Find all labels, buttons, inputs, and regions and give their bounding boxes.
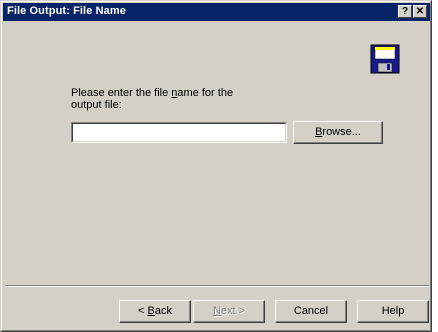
back-button[interactable]: < Back	[119, 300, 191, 323]
next-label: Next >	[213, 305, 245, 317]
next-accel: N	[212, 305, 221, 317]
prompt-line1-before: Please enter the file	[71, 87, 172, 99]
question-mark-icon: ?	[401, 6, 409, 17]
next-rest: ext >	[220, 305, 246, 317]
cancel-label: Cancel	[293, 305, 329, 317]
back-accel: B	[147, 305, 155, 317]
back-label: < Back	[138, 305, 172, 317]
browse-rest: rowse...	[322, 126, 361, 138]
browse-button[interactable]: Browse...	[293, 121, 383, 144]
back-prefix: <	[138, 305, 148, 317]
window-title: File Output: File Name	[7, 5, 126, 17]
cancel-button[interactable]: Cancel	[275, 300, 347, 323]
filename-prompt: Please enter the file name for the outpu…	[71, 87, 241, 111]
browse-label: Browse...	[315, 126, 361, 138]
floppy-disk-icon	[370, 44, 400, 74]
filename-input-inner[interactable]	[72, 123, 286, 142]
prompt-line1-after: ame for the	[177, 87, 234, 99]
title-bar[interactable]: File Output: File Name ? ✕	[3, 3, 430, 21]
prompt-line2: output file:	[71, 99, 122, 111]
title-help-button[interactable]: ?	[398, 5, 412, 18]
next-button[interactable]: Next >	[193, 300, 265, 323]
button-separator	[5, 285, 429, 287]
help-button[interactable]: Help	[357, 300, 429, 323]
file-output-dialog: File Output: File Name ? ✕ Please enter …	[0, 0, 432, 332]
back-rest: ack	[154, 305, 172, 317]
close-icon: ✕	[415, 6, 425, 17]
title-close-button[interactable]: ✕	[413, 5, 427, 18]
dialog-frame	[1, 1, 431, 331]
help-label: Help	[381, 305, 405, 317]
filename-input[interactable]	[71, 122, 287, 143]
